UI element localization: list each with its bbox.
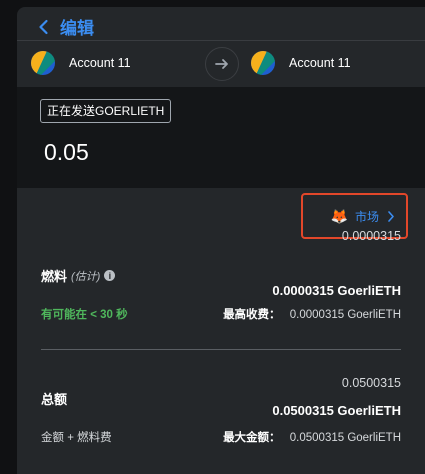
send-amount: 0.05	[44, 139, 89, 165]
total-subtitle: 金额 + 燃料费	[41, 432, 112, 444]
sending-badge: 正在发送GOERLIETH	[40, 99, 172, 123]
max-amount-value: 0.0500315 GoerliETH	[289, 432, 401, 444]
arrow-right-icon	[205, 47, 239, 81]
send-summary: 正在发送GOERLIETH 0.05	[17, 87, 425, 188]
account-strip: Account 11 Account 11	[17, 40, 425, 88]
gas-amount-bold: 0.0000315 GoerliETH	[272, 283, 401, 298]
max-fee-label: 最高收费：	[223, 309, 281, 321]
total-amount-bold: 0.0500315 GoerliETH	[272, 403, 401, 418]
chevron-right-icon	[388, 210, 394, 222]
total-amount-plain: 0.0500315	[341, 376, 401, 390]
max-amount-label: 最大金额：	[223, 432, 281, 444]
fee-details: 🦊 市场 0.0000315 燃料 (估计) i 0.0000315 Goerl…	[17, 188, 425, 474]
max-fee-row: 最高收费： 0.0000315 GoerliETH	[223, 306, 401, 322]
market-gas-option-link[interactable]: 🦊 市场	[331, 208, 395, 225]
recipient-account-name: Account 11	[289, 56, 351, 70]
section-divider	[41, 349, 401, 350]
edit-back-label: 编辑	[60, 19, 94, 38]
sender-account[interactable]: Account 11	[31, 51, 131, 75]
recipient-account[interactable]: Account 11	[251, 51, 351, 75]
header: 编辑	[17, 7, 425, 40]
gas-amount-plain: 0.0000315	[341, 229, 401, 243]
chevron-left-icon	[39, 19, 48, 34]
gas-estimate-note: (估计)	[71, 270, 101, 283]
fox-icon: 🦊	[330, 207, 348, 224]
gas-fee-label: 燃料	[41, 269, 68, 284]
sender-account-name: Account 11	[69, 56, 131, 70]
transaction-confirm-panel: 编辑 Account 11 Account 11 正在发送GOERLIETH 0…	[17, 7, 425, 474]
max-amount-row: 最大金额： 0.0500315 GoerliETH	[223, 429, 401, 445]
recipient-avatar-icon	[251, 51, 275, 75]
sender-avatar-icon	[31, 51, 55, 75]
gas-timing-estimate: 有可能在 < 30 秒	[41, 309, 128, 321]
max-fee-value: 0.0000315 GoerliETH	[289, 309, 401, 321]
market-label: 市场	[354, 209, 379, 224]
gas-fee-label-row: 燃料 (估计) i	[41, 266, 116, 285]
info-icon[interactable]: i	[104, 270, 116, 281]
edit-back-button[interactable]: 编辑	[35, 14, 94, 39]
total-label: 总额	[41, 392, 68, 407]
